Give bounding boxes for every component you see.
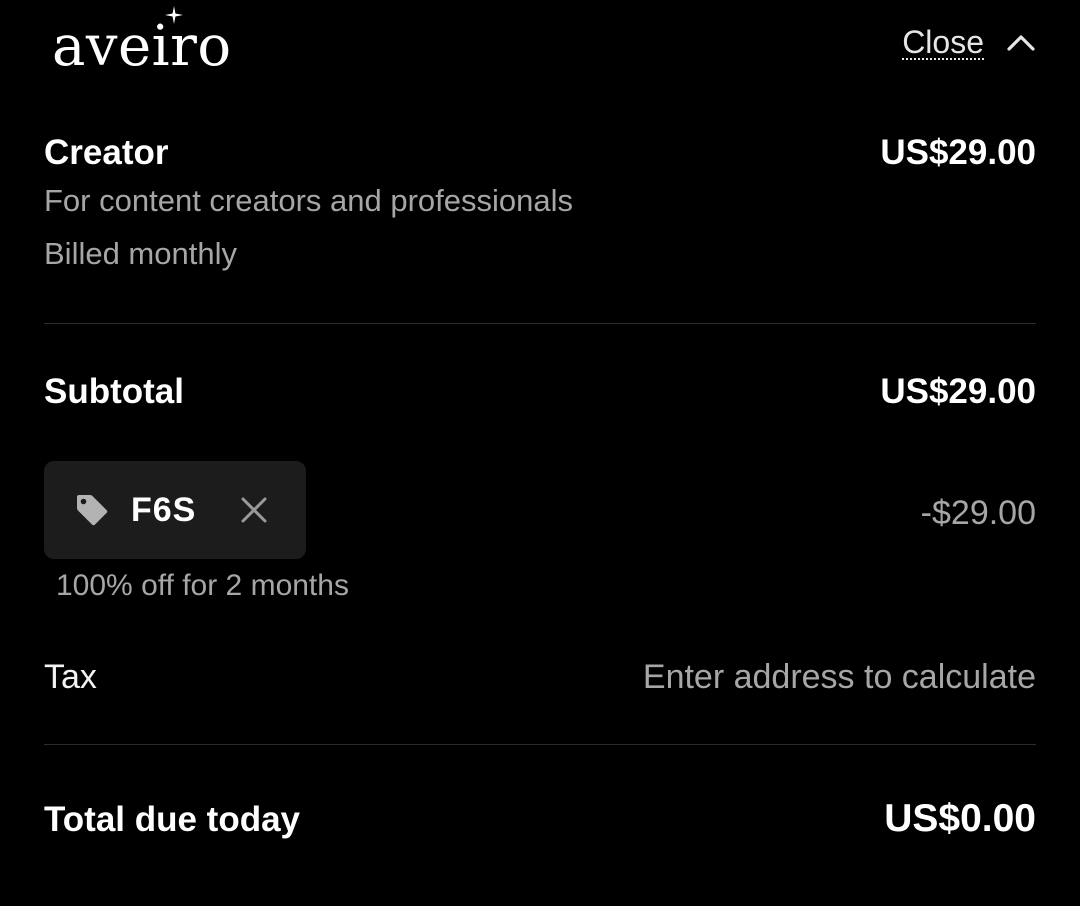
tag-icon <box>77 495 108 526</box>
plan-description: For content creators and professionals <box>44 183 573 218</box>
subtotal-label: Subtotal <box>44 372 184 411</box>
discount-note: 100% off for 2 months <box>56 569 349 602</box>
total-label: Total due today <box>44 800 301 839</box>
subtotal-value: US$29.00 <box>880 372 1036 411</box>
tax-value: Enter address to calculate <box>642 658 1036 696</box>
sparkle-icon <box>165 6 183 24</box>
close-label[interactable]: Close <box>902 24 984 61</box>
close-x-icon[interactable] <box>240 496 268 524</box>
remove-promo-button[interactable] <box>238 494 270 526</box>
close-summary-button[interactable]: Close <box>902 20 1036 64</box>
plan-price: US$29.00 <box>880 133 1036 172</box>
divider <box>44 323 1036 324</box>
billing-period: Billed monthly <box>44 236 237 271</box>
total-value: US$0.00 <box>884 797 1036 840</box>
plan-name: Creator <box>44 133 169 172</box>
brand-logo: aveiro <box>52 14 232 79</box>
promo-code-chip: F6S <box>44 461 306 559</box>
chevron-up-icon[interactable] <box>1006 32 1036 52</box>
divider <box>44 744 1036 745</box>
discount-amount: -$29.00 <box>920 494 1036 532</box>
promo-code: F6S <box>131 490 197 529</box>
tax-label: Tax <box>44 658 97 696</box>
